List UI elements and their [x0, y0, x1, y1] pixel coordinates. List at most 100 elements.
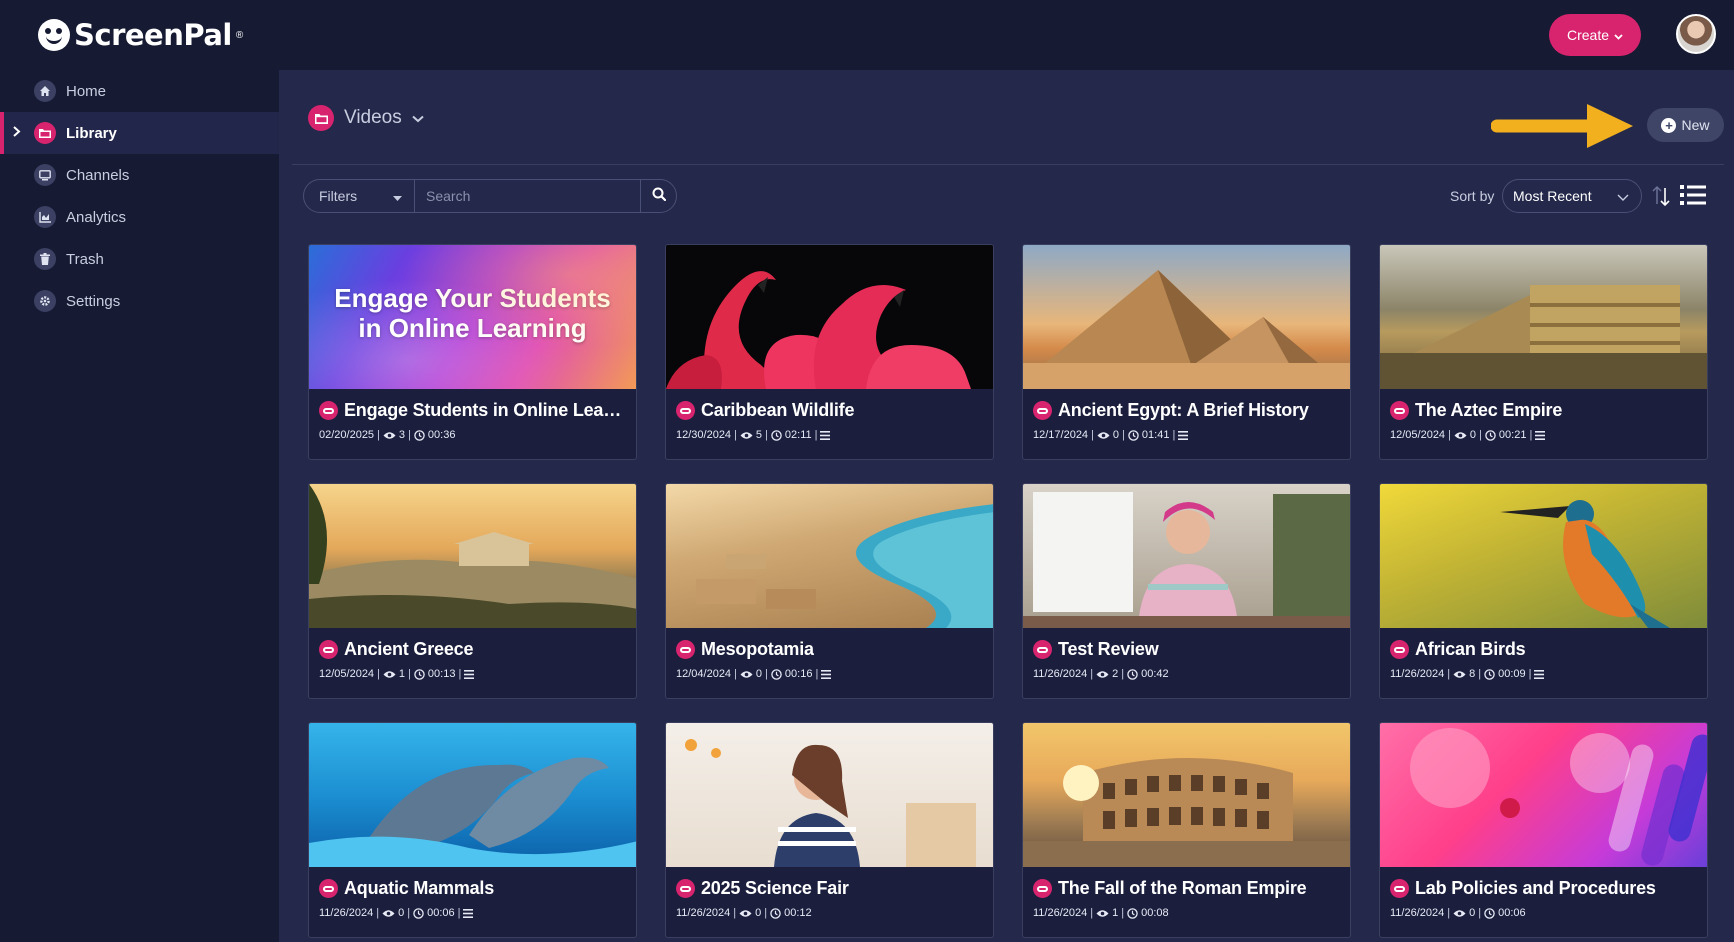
video-duration: 01:41 [1141, 429, 1170, 441]
notes-icon [1534, 669, 1545, 679]
video-meta: 12/05/2024 | 0 | 00:21 | [1380, 421, 1707, 441]
video-date: 12/30/2024 [676, 429, 732, 441]
link-icon [676, 401, 695, 420]
video-thumbnail[interactable] [666, 484, 993, 628]
sort-direction-icon[interactable] [1650, 184, 1672, 208]
videos-dropdown[interactable]: Videos [308, 105, 424, 131]
new-button[interactable]: + New [1647, 108, 1724, 142]
video-card[interactable]: The Fall of the Roman Empire 11/26/2024 |… [1022, 722, 1351, 938]
video-duration: 00:09 [1498, 668, 1526, 680]
sidebar: ScreenPal ® Home Library Channels Analyt… [0, 0, 279, 942]
link-icon [319, 640, 338, 659]
top-bar: Create [279, 0, 1734, 70]
link-icon [1033, 401, 1052, 420]
video-views: 1 [398, 668, 406, 680]
video-title[interactable]: African Birds [1415, 639, 1525, 660]
presenter-illustration [1023, 492, 1350, 628]
video-views: 2 [1112, 668, 1119, 680]
video-title[interactable]: Ancient Egypt: A Brief History [1058, 400, 1309, 421]
video-title[interactable]: Caribbean Wildlife [701, 400, 854, 421]
eye-icon [1097, 431, 1110, 440]
lab-tubes-illustration [1410, 728, 1707, 866]
video-duration: 00:06 [427, 907, 455, 919]
chevron-down-icon [1614, 27, 1623, 43]
folder-icon [34, 122, 56, 144]
video-card[interactable]: Mesopotamia 12/04/2024 | 0 | 00:16 | [665, 483, 994, 699]
video-card[interactable]: 2025 Science Fair 11/26/2024 | 0 | 00:12 [665, 722, 994, 938]
video-date: 11/26/2024 [1033, 668, 1088, 680]
chart-icon [34, 206, 56, 228]
video-views: 0 [1112, 429, 1120, 441]
video-duration: 00:36 [427, 429, 456, 441]
sidebar-item-analytics[interactable]: Analytics [0, 196, 279, 238]
filters-dropdown[interactable]: Filters [304, 180, 415, 212]
user-avatar[interactable] [1676, 14, 1716, 54]
video-thumbnail[interactable] [1380, 245, 1707, 389]
video-meta: 12/30/2024 | 5 | 02:11 | [666, 421, 993, 441]
video-title[interactable]: Engage Students in Online Learn... [344, 400, 626, 421]
sidebar-item-home[interactable]: Home [0, 70, 279, 112]
sort-select[interactable]: Most Recent [1502, 179, 1642, 213]
search-input[interactable] [415, 180, 640, 212]
sidebar-item-settings[interactable]: Settings [0, 280, 279, 322]
video-duration: 00:12 [784, 907, 812, 919]
video-thumbnail[interactable] [1380, 723, 1707, 867]
sidebar-item-label: Settings [66, 292, 121, 310]
sidebar-item-trash[interactable]: Trash [0, 238, 279, 280]
video-card[interactable]: Ancient Greece 12/05/2024 | 1 | 00:13 | [308, 483, 637, 699]
yellow-arrow-annotation [1491, 104, 1633, 148]
list-view-icon[interactable] [1680, 184, 1706, 206]
trash-icon [34, 248, 56, 270]
video-date: 12/04/2024 [676, 668, 732, 680]
video-title[interactable]: Ancient Greece [344, 639, 473, 660]
video-title[interactable]: Mesopotamia [701, 639, 814, 660]
sidebar-item-library[interactable]: Library [0, 112, 279, 154]
video-meta: 11/26/2024 | 2 | 00:42 [1033, 668, 1169, 680]
video-title[interactable]: 2025 Science Fair [701, 878, 849, 899]
video-card[interactable]: Engage Your Students in Online Learning … [308, 244, 637, 460]
sidebar-item-channels[interactable]: Channels [0, 154, 279, 196]
sidebar-item-label: Analytics [66, 208, 127, 226]
clock-icon [414, 668, 425, 680]
video-thumbnail[interactable] [309, 723, 636, 867]
video-card[interactable]: Ancient Egypt: A Brief History 12/17/202… [1022, 244, 1351, 460]
video-date: 11/26/2024 [1390, 668, 1445, 680]
video-card[interactable]: The Aztec Empire 12/05/2024 | 0 | 00:21 | [1379, 244, 1708, 460]
filters-label: Filters [319, 188, 358, 204]
notes-icon [1178, 430, 1189, 440]
video-card[interactable]: Test Review 11/26/2024 | 2 | 00:42 [1022, 483, 1351, 699]
screenpal-logo[interactable]: ScreenPal ® [38, 18, 243, 52]
search-button[interactable] [640, 180, 676, 212]
video-card[interactable]: Aquatic Mammals 11/26/2024 | 0 | 00:06 | [308, 722, 637, 938]
divider [292, 164, 1724, 165]
link-icon [1033, 640, 1052, 659]
video-thumbnail[interactable] [1023, 484, 1350, 628]
sidebar-item-label: Channels [66, 166, 130, 184]
sidebar-item-label: Trash [66, 250, 104, 268]
video-thumbnail[interactable] [309, 484, 636, 628]
video-thumbnail[interactable] [1380, 484, 1707, 628]
video-thumbnail[interactable] [666, 245, 993, 389]
video-title[interactable]: Lab Policies and Procedures [1415, 878, 1656, 899]
video-date: 12/17/2024 [1033, 429, 1089, 441]
caret-down-icon [393, 188, 402, 204]
eye-icon [1453, 670, 1466, 679]
sort-select-value: Most Recent [1513, 188, 1592, 204]
chevron-right-icon [13, 126, 21, 140]
video-card[interactable]: African Birds 11/26/2024 | 8 | 00:09 | [1379, 483, 1708, 699]
video-thumbnail[interactable] [1023, 723, 1350, 867]
video-title[interactable]: The Fall of the Roman Empire [1058, 878, 1306, 899]
video-card[interactable]: Caribbean Wildlife 12/30/2024 | 5 | 02:11 | [665, 244, 994, 460]
video-card[interactable]: Lab Policies and Procedures 11/26/2024 | … [1379, 722, 1708, 938]
video-date: 12/05/2024 [1390, 429, 1446, 441]
chevron-down-icon [1617, 188, 1629, 204]
video-title[interactable]: Aquatic Mammals [344, 878, 494, 899]
video-title[interactable]: Test Review [1058, 639, 1159, 660]
pyramids-illustration [1023, 270, 1350, 389]
video-thumbnail[interactable] [1023, 245, 1350, 389]
video-thumbnail[interactable] [666, 723, 993, 867]
video-title[interactable]: The Aztec Empire [1415, 400, 1562, 421]
clock-icon [414, 429, 425, 441]
create-button[interactable]: Create [1549, 14, 1641, 56]
video-thumbnail[interactable]: Engage Your Students in Online Learning [309, 245, 636, 389]
